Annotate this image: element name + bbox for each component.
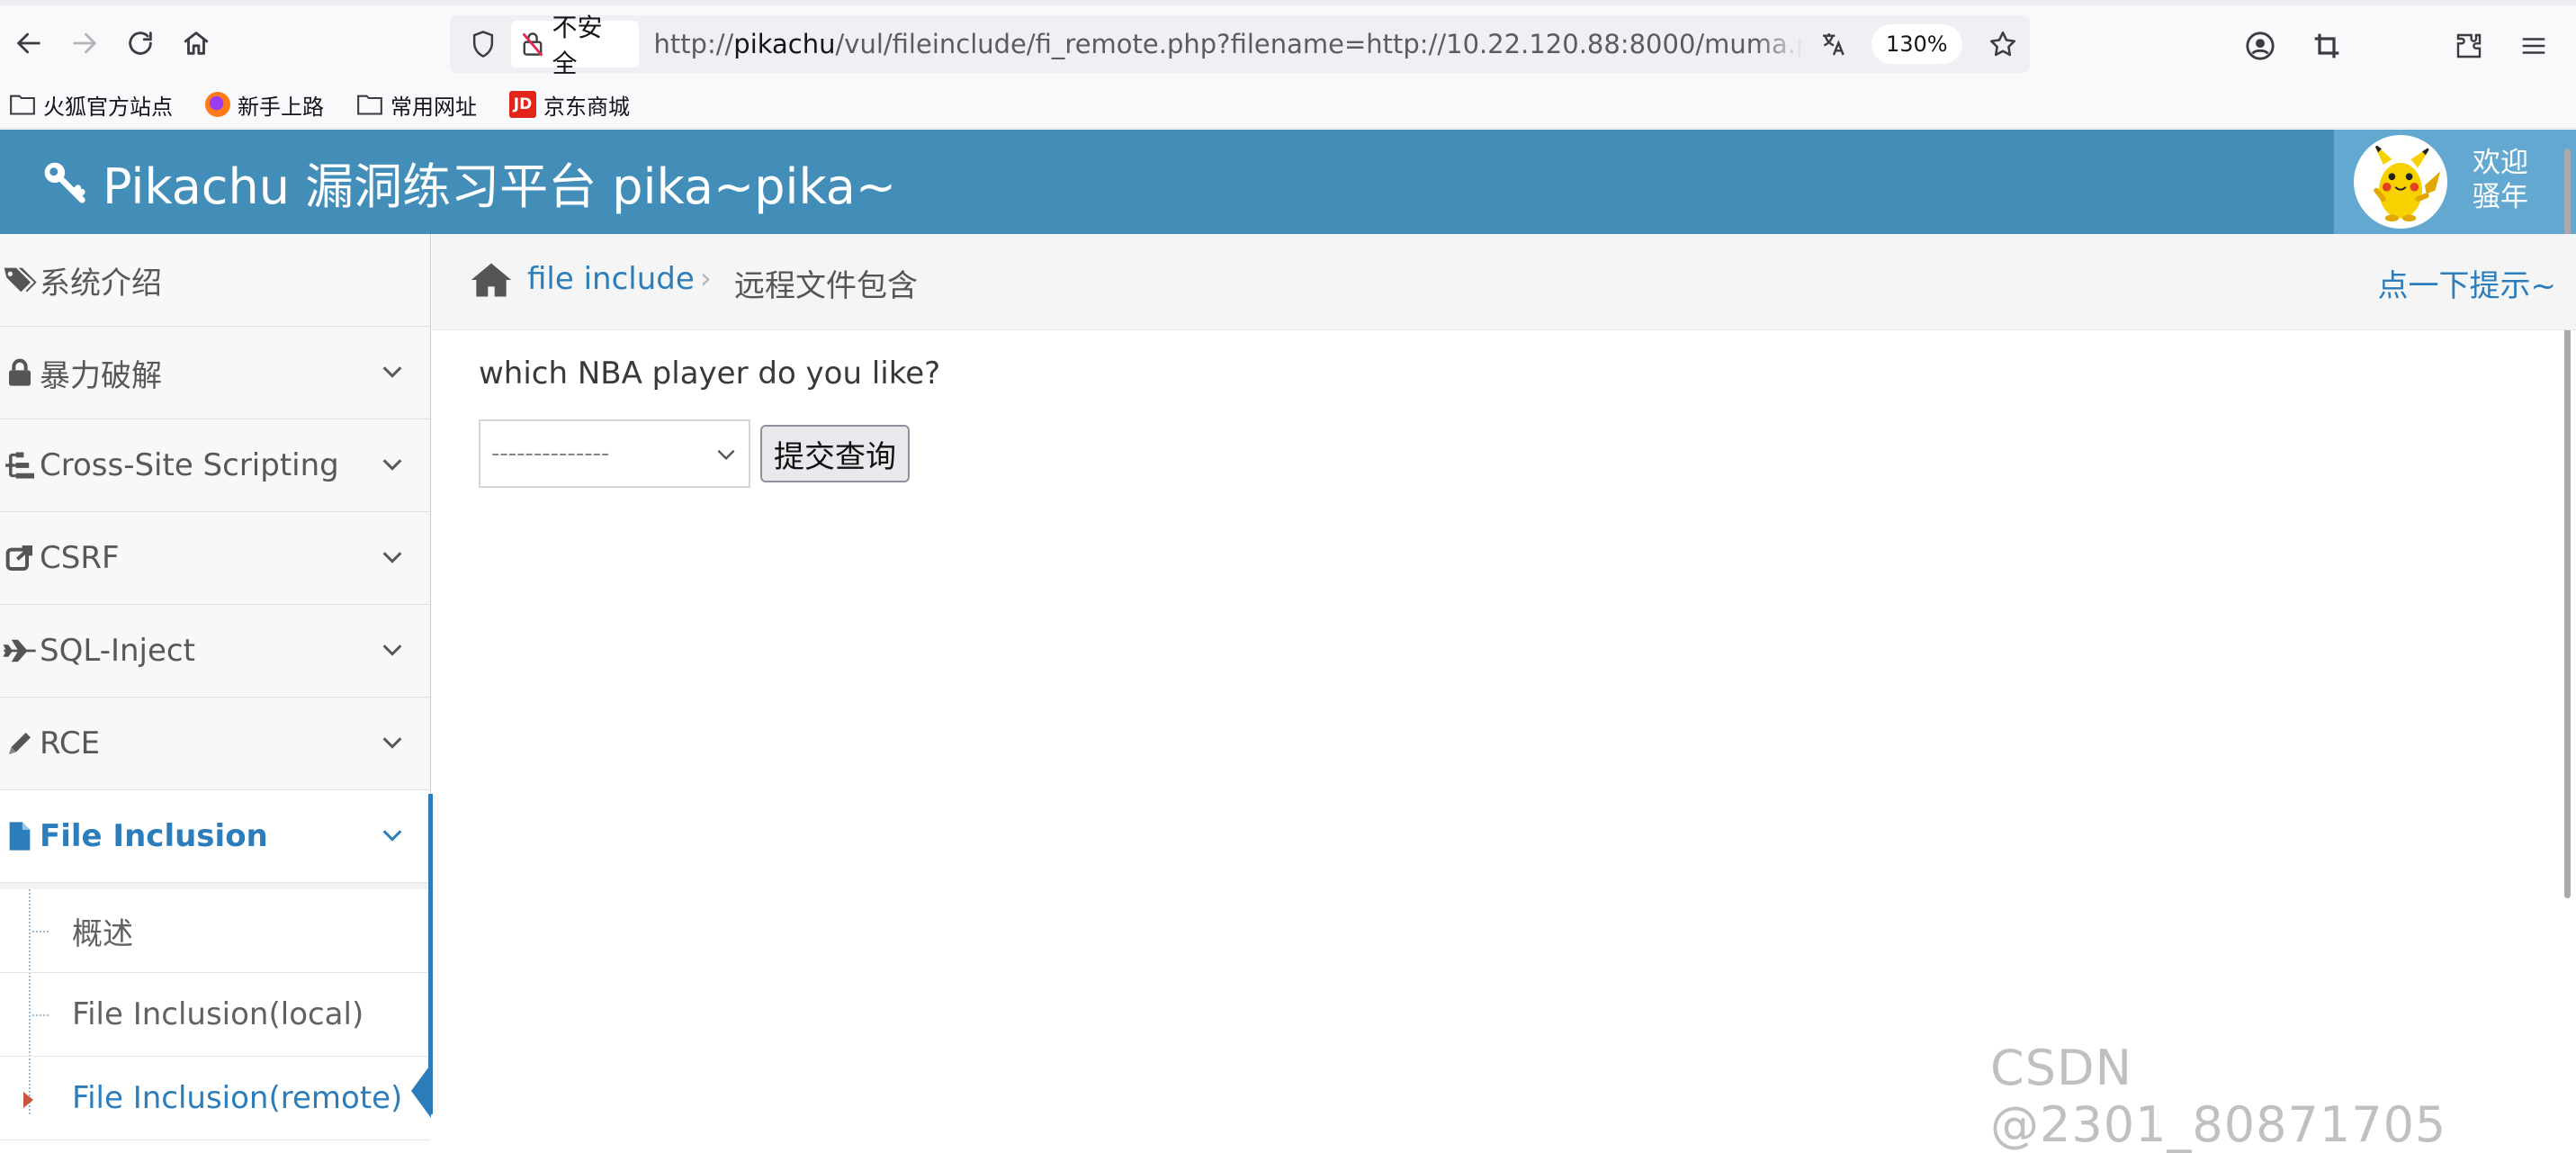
welcome-line: 欢迎: [2473, 147, 2528, 179]
tracking-shield-icon[interactable]: [461, 15, 506, 73]
sidebar-item-label: File Inclusion: [40, 818, 268, 854]
tree-tick: [32, 931, 49, 932]
url-host: pikachu: [733, 29, 836, 59]
firefox-icon: [205, 92, 230, 117]
bookmark-label: 火狐官方站点: [43, 94, 173, 120]
chevron-down-icon: [382, 737, 402, 749]
avatar: [2354, 135, 2447, 229]
submenu-item-overview[interactable]: 概述: [0, 889, 430, 973]
screenshot-crop-icon[interactable]: [2305, 24, 2348, 68]
submenu-label: File Inclusion(remote): [72, 1080, 403, 1116]
sidebar-item-label: 系统介绍: [40, 265, 162, 302]
welcome-line: 骚年: [2473, 181, 2528, 213]
sidebar-item-label: SQL-Inject: [40, 633, 195, 669]
sidebar-item-label: RCE: [40, 725, 101, 761]
url-bar[interactable]: 不安全 http://pikachu/vul/fileinclude/fi_re…: [450, 13, 2030, 78]
watermark: CSDN @2301_80871705: [1990, 1040, 2447, 1153]
file-inclusion-submenu: 概述 File Inclusion(local) File Inclusion(…: [0, 889, 430, 1140]
tree-tick: [32, 1014, 49, 1016]
security-label: 不安全: [552, 13, 603, 78]
submenu-label: File Inclusion(local): [72, 996, 364, 1032]
pikachu-avatar-icon: [2373, 141, 2441, 222]
player-select[interactable]: --------------: [479, 419, 750, 488]
key-icon: [40, 158, 88, 206]
site-title: Pikachu 漏洞练习平台 pika~pika~: [103, 158, 897, 215]
forward-arrow-icon: [73, 32, 97, 54]
browser-toolbar: 不安全 http://pikachu/vul/fileinclude/fi_re…: [0, 5, 2576, 81]
reload-icon: [129, 32, 152, 55]
sidebar-item-sql-inject[interactable]: SQL-Inject: [0, 605, 430, 698]
url-text[interactable]: http://pikachu/vul/fileinclude/fi_remote…: [653, 29, 1803, 59]
insecure-lock-icon: [520, 31, 545, 58]
breadcrumb-link[interactable]: file include: [527, 261, 695, 297]
bookmarks-bar: 火狐官方站点 新手上路 常用网址 JD 京东商城: [0, 81, 2576, 129]
select-value: --------------: [491, 440, 610, 467]
site-logo[interactable]: Pikachu 漏洞练习平台 pika~pika~: [40, 130, 896, 234]
user-menu[interactable]: 欢迎 骚年: [2334, 130, 2576, 234]
chevron-down-icon: [382, 830, 402, 842]
sidebar-item-xss[interactable]: Cross-Site Scripting: [0, 419, 430, 512]
bookmark-label: 京东商城: [543, 94, 630, 120]
tags-icon: [0, 266, 40, 294]
insecure-connection-button[interactable]: 不安全: [510, 13, 640, 78]
chevron-down-icon: [382, 459, 402, 471]
welcome-text: 欢迎 骚年: [2473, 146, 2528, 214]
translate-icon[interactable]: [1809, 30, 1858, 59]
sitemap-icon: [0, 451, 40, 480]
bookmark-label: 常用网址: [390, 94, 477, 120]
bookmark-item[interactable]: 新手上路: [205, 89, 324, 121]
breadcrumb: file include › 远程文件包含 点一下提示~: [432, 234, 2576, 330]
submenu-item-local[interactable]: File Inclusion(local): [0, 973, 430, 1057]
home-button[interactable]: [169, 16, 223, 70]
url-path: /vul/fileinclude/fi_remote.php?filename=…: [835, 29, 1804, 59]
submit-button[interactable]: 提交查询: [760, 425, 910, 482]
form-question: which NBA player do you like?: [479, 356, 941, 392]
zoom-level-button[interactable]: 130%: [1871, 24, 1962, 64]
sidebar: 系统介绍 暴力破解 Cross-Site Scripting CSRF SQL-…: [0, 234, 431, 1140]
jd-icon: JD: [509, 91, 536, 118]
chevron-down-icon: [382, 366, 402, 378]
url-prefix: http://: [653, 29, 734, 59]
plane-icon: [0, 637, 40, 664]
active-pointer-arrow: [411, 1064, 431, 1118]
breadcrumb-current: 远程文件包含: [734, 268, 918, 304]
forward-button[interactable]: [58, 16, 112, 70]
sidebar-item-intro[interactable]: 系统介绍: [0, 234, 430, 327]
pencil-icon: [0, 729, 40, 758]
chevron-down-icon: [382, 552, 402, 563]
folder-icon: [356, 91, 383, 118]
bookmark-item[interactable]: 常用网址: [356, 89, 477, 121]
sidebar-item-label: CSRF: [40, 540, 120, 576]
bookmark-item[interactable]: 火狐官方站点: [9, 89, 173, 121]
bookmark-star-icon[interactable]: [1977, 29, 2030, 59]
bookmark-item[interactable]: JD 京东商城: [509, 89, 630, 121]
file-icon: [0, 821, 40, 851]
back-button[interactable]: [2, 16, 56, 70]
submenu-label: 概述: [72, 915, 133, 952]
site-header: Pikachu 漏洞练习平台 pika~pika~ 欢迎 骚年: [0, 130, 2576, 234]
sidebar-item-label: 暴力破解: [40, 357, 162, 394]
share-icon: [0, 544, 40, 572]
hint-link[interactable]: 点一下提示~: [2378, 261, 2557, 305]
sidebar-item-rce[interactable]: RCE: [0, 698, 430, 790]
sidebar-item-csrf[interactable]: CSRF: [0, 512, 430, 605]
menu-icon[interactable]: [2512, 24, 2555, 68]
sidebar-item-brute-force[interactable]: 暴力破解: [0, 327, 430, 419]
chevron-down-icon: [717, 449, 735, 461]
sidebar-item-file-inclusion[interactable]: File Inclusion: [0, 790, 430, 883]
bookmark-label: 新手上路: [238, 94, 324, 120]
breadcrumb-separator: ›: [700, 261, 712, 295]
home-icon: [184, 32, 209, 55]
chevron-down-icon: [382, 644, 402, 656]
sidebar-item-label: Cross-Site Scripting: [40, 447, 339, 483]
home-icon[interactable]: [470, 261, 513, 302]
reload-button[interactable]: [113, 16, 167, 70]
folder-icon: [9, 91, 36, 118]
caret-right-icon: [23, 1092, 33, 1108]
extensions-icon[interactable]: [2447, 24, 2491, 68]
submenu-item-remote[interactable]: File Inclusion(remote): [0, 1057, 430, 1140]
back-arrow-icon: [16, 32, 40, 54]
lock-icon: [0, 358, 40, 387]
account-icon[interactable]: [2239, 24, 2282, 68]
